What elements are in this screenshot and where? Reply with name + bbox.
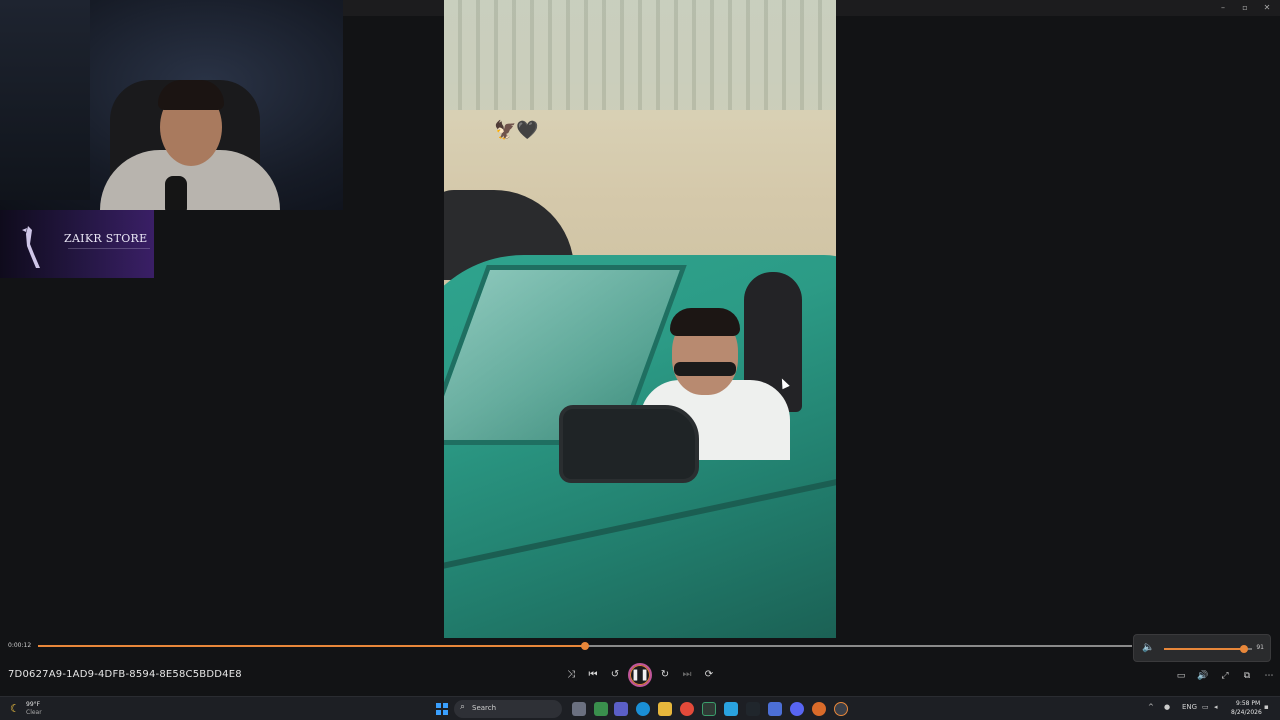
photos-app-icon[interactable] [768,702,782,716]
taskbar: ☾ 99°F Clear ⌕ Search ^ ● ENG ▭ ◂ 9:58 P… [0,696,1280,720]
more-options-icon[interactable]: ⋯ [1262,669,1276,683]
xbox-app-icon[interactable] [702,702,716,716]
microphone [165,176,187,210]
media-player-window: – ▫ ✕ ZAIKR STORE 🦅🖤 0:00:12 🔈 91 7D0627… [0,0,1280,720]
clock-date[interactable]: 8/24/2026 [1231,709,1262,716]
previous-icon[interactable]: ⏮ [586,668,600,682]
minimize-button[interactable]: – [1212,2,1234,14]
seek-bar-thumb[interactable] [581,642,589,650]
next-icon[interactable]: ⏭ [680,668,694,682]
weather-condition[interactable]: Clear [26,709,42,716]
moon-weather-icon[interactable]: ☾ [10,702,20,715]
video-frame[interactable]: 🦅🖤 [444,0,836,638]
volume-slider[interactable] [1164,645,1252,653]
webcam-person-hair [158,80,224,110]
media-app-icon[interactable] [812,702,826,716]
maximize-button[interactable]: ▫ [1234,2,1256,14]
webcam-background [0,0,90,200]
shuffle-icon[interactable]: ⤨ [564,668,578,682]
media-player-app-icon[interactable] [834,702,848,716]
video-person-hair [670,308,740,336]
sound-tray-icon[interactable]: ◂ [1214,703,1218,711]
video-sunglasses [674,362,736,376]
seek-bar-fill [38,645,585,647]
playback-controls: ⤨ ⏮ ↺ ❚❚ ↻ ⏭ ⟳ [560,663,720,687]
store-tagline-line [68,248,150,258]
language-indicator[interactable]: ENG [1182,703,1197,711]
video-side-mirror [559,405,699,483]
start-button-icon[interactable] [436,703,448,715]
store-banner: ZAIKR STORE [0,210,154,278]
mini-player-icon[interactable]: ⧉ [1240,669,1254,683]
seek-bar[interactable] [38,642,1132,650]
text-editor-app-icon[interactable] [746,702,760,716]
volume-popup: 🔈 91 [1133,634,1271,662]
task-view-icon[interactable] [572,702,586,716]
close-button[interactable]: ✕ [1256,2,1278,14]
chrome-browser-icon[interactable] [680,702,694,716]
volume-icon[interactable]: 🔊 [1196,669,1210,683]
taskbar-search[interactable]: ⌕ Search [454,700,562,718]
volume-slider-thumb[interactable] [1240,645,1249,653]
teams-app-icon[interactable] [614,702,628,716]
microphone-tray-icon[interactable]: ● [1164,703,1170,711]
rewind-icon[interactable]: ↺ [608,668,622,682]
repeat-icon[interactable]: ⟳ [702,668,716,682]
notification-icon[interactable]: ▪ [1264,703,1269,711]
file-explorer-icon[interactable] [658,702,672,716]
pause-button[interactable]: ❚❚ [628,663,652,687]
volume-value: 91 [1256,644,1264,651]
tray-overflow-chevron-icon[interactable]: ^ [1148,703,1154,711]
discord-app-icon[interactable] [790,702,804,716]
store-app-icon[interactable] [594,702,608,716]
volume-slider-fill [1164,648,1245,650]
edge-browser-icon[interactable] [636,702,650,716]
clock-time[interactable]: 9:58 PM [1236,700,1260,707]
elapsed-time: 0:00:12 [8,642,32,649]
telegram-app-icon[interactable] [724,702,738,716]
store-name: ZAIKR STORE [64,232,148,245]
eagle-logo-icon [22,226,40,268]
media-title: 7D0627A9-1AD9-4DFB-8594-8E58C5BDD4E8 [8,669,242,680]
weather-temperature[interactable]: 99°F [26,701,40,708]
search-icon: ⌕ [460,702,466,712]
forward-icon[interactable]: ↻ [658,668,672,682]
network-icon[interactable]: ▭ [1202,703,1209,711]
subtitles-icon[interactable]: ▭ [1174,669,1188,683]
speaker-icon[interactable]: 🔈 [1142,642,1154,653]
fullscreen-icon[interactable]: ⤢ [1218,669,1232,683]
webcam-overlay [0,0,343,210]
video-emoji-overlay: 🦅🖤 [494,120,539,141]
search-placeholder: Search [472,704,497,712]
video-wall [444,0,836,110]
